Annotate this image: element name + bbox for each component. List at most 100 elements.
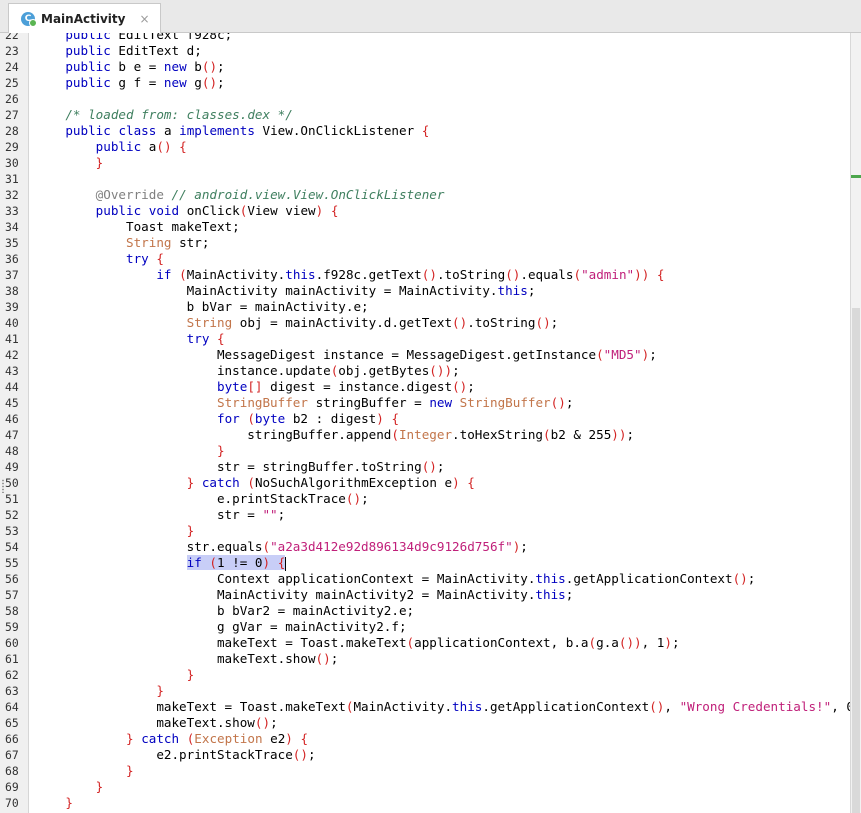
code-editor[interactable]: 22 public EditText f928c; 23 public EditT… [0, 33, 850, 813]
code-text: } catch (Exception e2) { [126, 731, 309, 746]
line-number: 64 [5, 700, 19, 714]
code-line[interactable]: 31 [0, 171, 850, 187]
line-number: 69 [5, 780, 19, 794]
code-line[interactable]: 61 makeText.show(); [0, 651, 850, 667]
code-text: e.printStackTrace(); [35, 491, 369, 506]
line-number: 23 [5, 44, 19, 58]
code-line[interactable]: 25 public g f = new g(); [0, 75, 850, 91]
line-number: 66 [5, 732, 19, 746]
code-text: makeText = Toast.makeText(MainActivity.t… [35, 699, 850, 714]
code-line[interactable]: 34 Toast makeText; [0, 219, 850, 235]
code-text: } catch (NoSuchAlgorithmException e) { [186, 475, 475, 490]
code-line[interactable]: 28 public class a implements View.OnClic… [0, 123, 850, 139]
code-line[interactable]: 51 e.printStackTrace(); [0, 491, 850, 507]
code-line[interactable]: 54 str.equals("a2a3d412e92d896134d9c9126… [0, 539, 850, 555]
code-text: try { [126, 251, 164, 266]
code-line[interactable]: 26 [0, 91, 850, 107]
code-text: public b e = new b(); [65, 59, 225, 74]
code-line[interactable]: 58 b bVar2 = mainActivity2.e; [0, 603, 850, 619]
line-number: 55 [5, 556, 19, 570]
code-line[interactable]: 48 } [0, 443, 850, 459]
code-line[interactable]: 63 } [0, 683, 850, 699]
line-number: 28 [5, 124, 19, 138]
code-text: public a() { [95, 139, 187, 154]
code-line[interactable]: 66 } catch (Exception e2) { [0, 731, 850, 747]
code-text: if (1 != 0) { [186, 555, 287, 571]
line-number: 61 [5, 652, 19, 666]
code-line[interactable]: 23 public EditText d; [0, 43, 850, 59]
code-line[interactable]: 56 Context applicationContext = MainActi… [0, 571, 850, 587]
vertical-scrollbar[interactable] [850, 33, 861, 813]
code-line[interactable]: 47 stringBuffer.append(Integer.toHexStri… [0, 427, 850, 443]
code-line[interactable]: 60 makeText = Toast.makeText(application… [0, 635, 850, 651]
code-line[interactable]: 35 String str; [0, 235, 850, 251]
code-line[interactable]: 62 } [0, 667, 850, 683]
code-line[interactable]: 49 str = stringBuffer.toString(); [0, 459, 850, 475]
line-number: 31 [5, 172, 19, 186]
code-line[interactable]: 65 makeText.show(); [0, 715, 850, 731]
code-line[interactable]: 59 g gVar = mainActivity2.f; [0, 619, 850, 635]
line-number: 32 [5, 188, 19, 202]
code-line[interactable]: 39 b bVar = mainActivity.e; [0, 299, 850, 315]
line-number: 40 [5, 316, 19, 330]
line-number: 48 [5, 444, 19, 458]
code-line[interactable]: 22 public EditText f928c; [0, 33, 850, 43]
line-number: 52 [5, 508, 19, 522]
line-number: 65 [5, 716, 19, 730]
code-area[interactable]: 22 public EditText f928c; 23 public EditT… [0, 33, 850, 813]
code-text: byte[] digest = instance.digest(); [216, 379, 475, 394]
code-line[interactable]: 69 } [0, 779, 850, 795]
code-text: String obj = mainActivity.d.getText().to… [186, 315, 559, 330]
code-text: } [95, 155, 104, 170]
code-line[interactable]: 38 MainActivity mainActivity = MainActiv… [0, 283, 850, 299]
code-line[interactable]: 44 byte[] digest = instance.digest(); [0, 379, 850, 395]
code-line[interactable]: 36 try { [0, 251, 850, 267]
code-line[interactable]: 29 public a() { [0, 139, 850, 155]
code-line[interactable]: 46 for (byte b2 : digest) { [0, 411, 850, 427]
line-number: 33 [5, 204, 19, 218]
code-text: } [216, 443, 225, 458]
code-line[interactable]: 43 instance.update(obj.getBytes()); [0, 363, 850, 379]
line-number: 50 [5, 476, 19, 490]
line-number: 34 [5, 220, 19, 234]
code-line[interactable]: 32 @Override // android.view.View.OnClic… [0, 187, 850, 203]
code-line[interactable]: 45 StringBuffer stringBuffer = new Strin… [0, 395, 850, 411]
line-number: 27 [5, 108, 19, 122]
code-line[interactable]: 52 str = ""; [0, 507, 850, 523]
code-line[interactable]: 41 try { [0, 331, 850, 347]
line-number: 38 [5, 284, 19, 298]
line-number: 49 [5, 460, 19, 474]
line-number: 60 [5, 636, 19, 650]
code-text: b bVar2 = mainActivity2.e; [35, 603, 415, 618]
line-number: 25 [5, 76, 19, 90]
code-line[interactable]: 57 MainActivity mainActivity2 = MainActi… [0, 587, 850, 603]
code-line[interactable]: 27 /* loaded from: classes.dex */ [0, 107, 850, 123]
code-line[interactable]: 30 } [0, 155, 850, 171]
code-line[interactable]: 68 } [0, 763, 850, 779]
code-line[interactable]: 64 makeText = Toast.makeText(MainActivit… [0, 699, 850, 715]
code-line[interactable]: 42 MessageDigest instance = MessageDiges… [0, 347, 850, 363]
code-text: StringBuffer stringBuffer = new StringBu… [216, 395, 574, 410]
line-number: 58 [5, 604, 19, 618]
code-text: MainActivity mainActivity2 = MainActivit… [35, 587, 574, 602]
code-text: } [156, 683, 164, 698]
code-text: Toast makeText; [35, 219, 240, 234]
line-number: 46 [5, 412, 19, 426]
code-line[interactable]: 67 e2.printStackTrace(); [0, 747, 850, 763]
code-text: } [65, 795, 73, 810]
code-line[interactable]: 50 } catch (NoSuchAlgorithmException e) … [0, 475, 850, 491]
code-line[interactable]: 33 public void onClick(View view) { [0, 203, 850, 219]
code-text: b bVar = mainActivity.e; [35, 299, 369, 314]
code-line[interactable]: 24 public b e = new b(); [0, 59, 850, 75]
code-line[interactable]: 37 if (MainActivity.this.f928c.getText()… [0, 267, 850, 283]
code-line[interactable]: 70 } [0, 795, 850, 811]
code-line[interactable]: 40 String obj = mainActivity.d.getText()… [0, 315, 850, 331]
line-number: 51 [5, 492, 19, 506]
scrollbar-thumb[interactable] [852, 308, 860, 813]
line-number: 22 [5, 33, 19, 42]
code-text: e2.printStackTrace(); [35, 747, 316, 762]
code-line[interactable]: 53 } [0, 523, 850, 539]
code-line[interactable]: 55 if (1 != 0) { [0, 555, 850, 571]
tab-mainactivity[interactable]: C MainActivity × [8, 3, 161, 33]
close-icon[interactable]: × [139, 12, 149, 26]
